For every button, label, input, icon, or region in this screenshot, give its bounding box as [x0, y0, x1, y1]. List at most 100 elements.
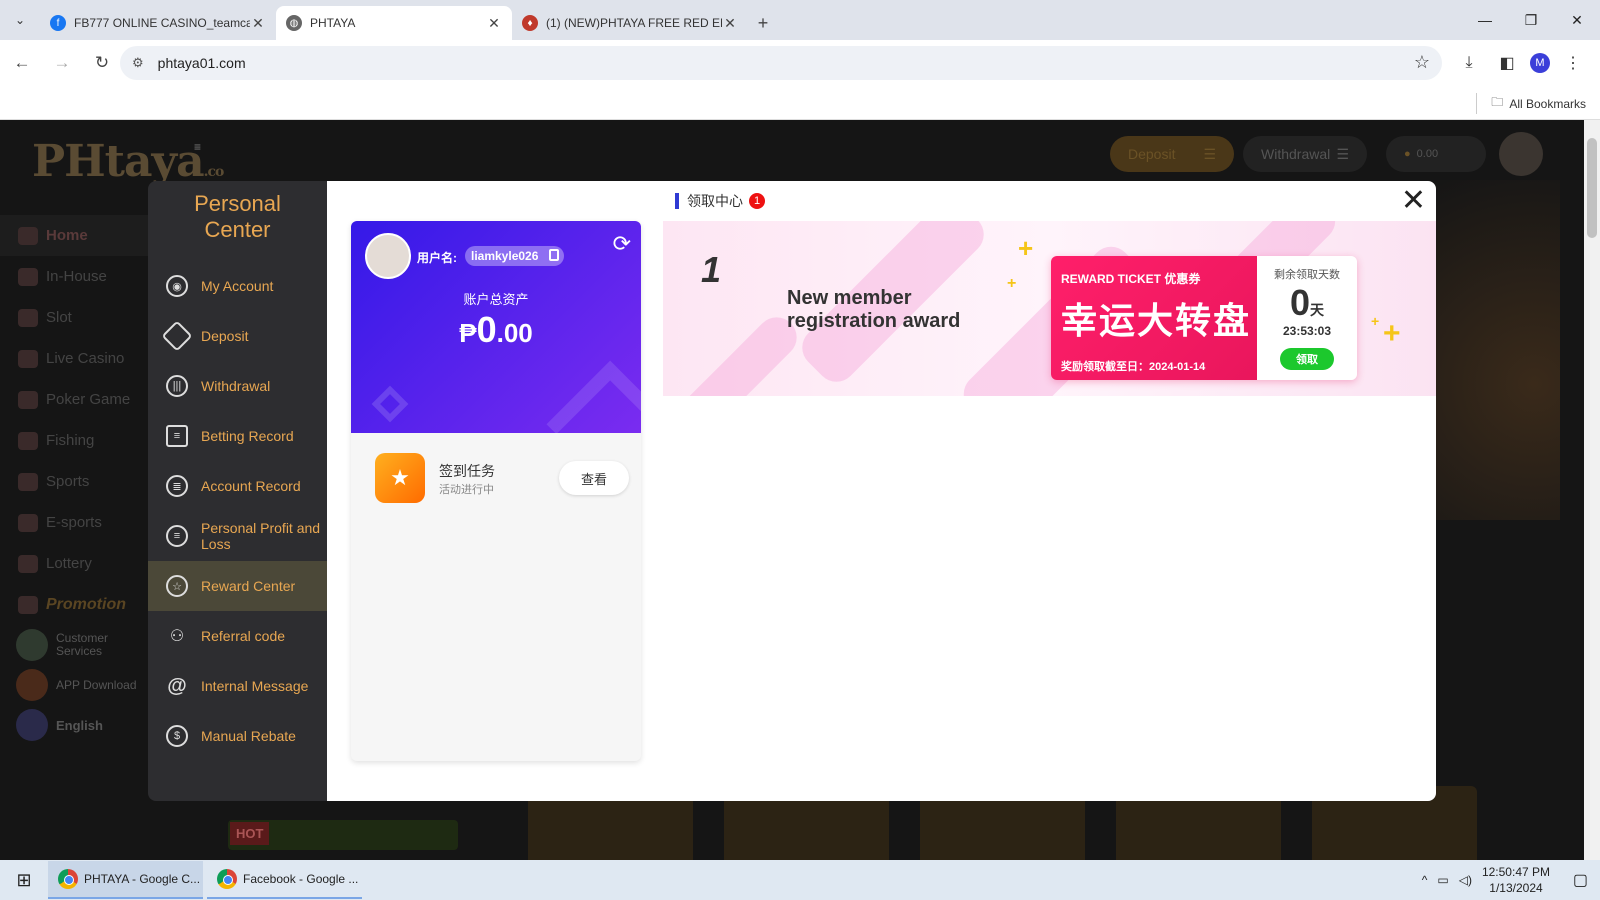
download-icon[interactable]: ⤓ — [1454, 46, 1484, 80]
profit-icon: ≡ — [166, 525, 188, 547]
nav-fishing[interactable]: Fishing — [0, 420, 150, 461]
chrome-icon — [217, 869, 237, 889]
refresh-icon[interactable]: ⟳ — [613, 231, 631, 257]
rebate-icon: $ — [166, 725, 188, 747]
view-task-button[interactable]: 查看 — [559, 461, 629, 495]
pc-item-internal-message[interactable]: @ Internal Message — [148, 661, 327, 711]
chevron-up-icon[interactable]: ^ — [1422, 873, 1428, 887]
sidebar-toggle-icon[interactable]: ≡ — [194, 140, 201, 154]
live-casino-icon — [18, 349, 38, 368]
sparkle-icon: + — [1007, 275, 1017, 292]
nav-poker-game[interactable]: Poker Game — [0, 379, 150, 420]
back-icon[interactable]: ← — [4, 45, 40, 81]
site-info-icon[interactable]: ⚙ — [132, 55, 144, 71]
personal-center-title: Personal Center — [194, 191, 281, 242]
pc-item-deposit[interactable]: Deposit — [148, 311, 327, 361]
sparkle-icon: + — [1383, 317, 1401, 350]
notification-badge: 1 — [749, 193, 765, 209]
account-card: 用户名: liamkyle026 ⟳ 账户总资产 ₱0.00 ★ 签到任务 活动… — [351, 221, 641, 761]
nav-home[interactable]: Home — [0, 215, 150, 256]
app-download-link[interactable]: APP Download — [0, 665, 150, 705]
scrollbar-thumb[interactable] — [1587, 138, 1597, 238]
close-tab-icon[interactable]: ✕ — [722, 15, 738, 32]
pc-item-my-account[interactable]: ◉ My Account — [148, 261, 327, 311]
side-panel-icon[interactable]: ◧ — [1492, 46, 1522, 80]
in-house-icon — [18, 267, 38, 286]
pc-item-manual-rebate[interactable]: $ Manual Rebate — [148, 711, 327, 761]
all-bookmarks-button[interactable]: 🗀 All Bookmarks — [1476, 93, 1586, 114]
address-bar[interactable]: ⚙ phtaya01.com ☆ — [120, 46, 1442, 80]
sports-icon — [18, 472, 38, 491]
volume-icon[interactable]: ◁) — [1459, 873, 1472, 887]
restore-icon[interactable]: ❐ — [1508, 0, 1554, 40]
pc-item-referral-code[interactable]: ⚇ Referral code — [148, 611, 327, 661]
window-controls: — ❐ ✕ — [1462, 0, 1600, 40]
header-withdrawal-button[interactable]: Withdrawal ☰ — [1243, 136, 1367, 172]
chrome-icon — [58, 869, 78, 889]
header-accent-bar — [675, 193, 679, 209]
customer-services-link[interactable]: Customer Services — [0, 625, 150, 665]
close-modal-icon[interactable]: ✕ — [1401, 186, 1426, 216]
withdrawal-icon: ||| — [166, 375, 188, 397]
days-remaining: 0天 — [1289, 282, 1325, 323]
pc-item-betting-record[interactable]: ≡ Betting Record — [148, 411, 327, 461]
pc-item-account-record[interactable]: ≣ Account Record — [148, 461, 327, 511]
list-icon: ≣ — [166, 475, 188, 497]
ticket-deadline: 奖励领取截至日：2024-01-14 — [1061, 361, 1206, 373]
language-selector[interactable]: English — [0, 705, 150, 745]
folder-icon: 🗀 — [1491, 95, 1504, 109]
tab-search-icon[interactable]: ⌄ — [0, 0, 40, 40]
browser-tab-phtaya[interactable]: ◍ PHTAYA ✕ — [276, 6, 512, 40]
bookmark-star-icon[interactable]: ☆ — [1414, 52, 1430, 73]
reward-title: New member registration award — [787, 287, 961, 332]
calendar-star-icon: ★ — [375, 453, 425, 503]
pc-item-profit-loss[interactable]: ≡ Personal Profit and Loss — [148, 511, 327, 561]
browser-tab-fb777[interactable]: f FB777 ONLINE CASINO_teamca ✕ — [40, 6, 276, 40]
taskbar-app-facebook[interactable]: Facebook - Google ... — [207, 861, 362, 899]
nav-sports[interactable]: Sports — [0, 461, 150, 502]
support-icon — [16, 629, 48, 661]
browser-tab-facebook-post[interactable]: ♦ (1) (NEW)PHTAYA FREE RED EN ✕ — [512, 6, 748, 40]
sparkle-icon: + — [1371, 313, 1380, 329]
copy-icon[interactable] — [549, 249, 560, 261]
reward-index: 1 — [701, 249, 722, 290]
checkin-task: ★ 签到任务 活动进行中 查看 — [365, 447, 635, 517]
pc-item-reward-center[interactable]: ☆ Reward Center — [148, 561, 327, 611]
close-tab-icon[interactable]: ✕ — [250, 15, 266, 32]
claim-button[interactable]: 领取 — [1280, 348, 1334, 370]
countdown-timer: 23:53:03 — [1282, 324, 1332, 338]
reload-icon[interactable]: ↻ — [84, 45, 120, 81]
pc-item-withdrawal[interactable]: ||| Withdrawal — [148, 361, 327, 411]
network-icon[interactable]: ▭ — [1437, 873, 1448, 887]
browser-tab-bar: ⌄ f FB777 ONLINE CASINO_teamca ✕ ◍ PHTAY… — [0, 0, 1600, 40]
clock[interactable]: 12:50:47 PM 1/13/2024 — [1482, 864, 1550, 896]
ticket-stub: 剩余领取天数 0天 23:53:03 领取 — [1257, 256, 1357, 380]
header-balance[interactable]: ● 0.00 — [1386, 136, 1486, 172]
taskbar-app-phtaya[interactable]: PHTAYA - Google C... — [48, 861, 203, 899]
site-icon: ♦ — [522, 15, 538, 31]
new-tab-button[interactable]: + — [748, 6, 778, 40]
task-name: 签到任务 — [439, 463, 495, 479]
close-tab-icon[interactable]: ✕ — [486, 15, 502, 32]
close-window-icon[interactable]: ✕ — [1554, 0, 1600, 40]
nav-live-casino[interactable]: Live Casino — [0, 338, 150, 379]
windows-start-icon[interactable]: ⊞ — [0, 860, 48, 900]
bookmarks-bar: 🗀 All Bookmarks — [0, 86, 1600, 120]
profile-avatar[interactable]: M — [1530, 53, 1550, 73]
nav-in-house[interactable]: In-House — [0, 256, 150, 297]
notifications-icon[interactable]: ▢ — [1573, 870, 1588, 890]
menu-icon: ☰ — [1336, 145, 1349, 162]
forward-icon[interactable]: → — [44, 45, 80, 81]
page-scrollbar[interactable] — [1584, 120, 1600, 860]
reward-panel: 领取中心 1 ✕ 1 New member registration award… — [663, 181, 1436, 801]
account-panel: 用户名: liamkyle026 ⟳ 账户总资产 ₱0.00 ★ 签到任务 活动… — [327, 181, 663, 801]
account-icon: ◉ — [166, 275, 188, 297]
minimize-icon[interactable]: — — [1462, 0, 1508, 40]
header-avatar[interactable] — [1499, 132, 1543, 176]
nav-lottery[interactable]: Lottery — [0, 543, 150, 584]
header-deposit-button[interactable]: Deposit ☰ — [1110, 136, 1234, 172]
nav-slot[interactable]: Slot — [0, 297, 150, 338]
nav-promotion[interactable]: Promotion — [0, 584, 150, 625]
nav-e-sports[interactable]: E-sports — [0, 502, 150, 543]
menu-kebab-icon[interactable]: ⋮ — [1558, 46, 1588, 80]
